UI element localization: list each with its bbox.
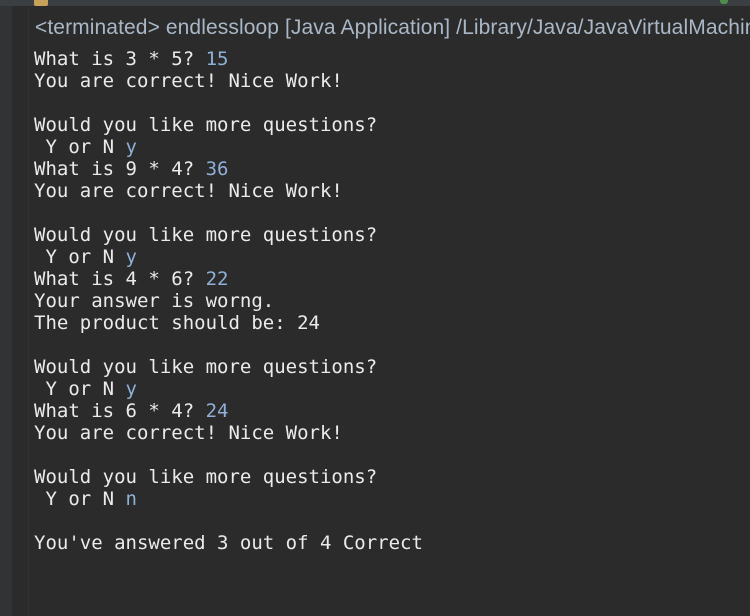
console-status-label: <terminated> endlessloop [Java Applicati… (35, 16, 750, 39)
console-line: You've answered 3 out of 4 Correct (34, 532, 423, 554)
console-line: Y or N y (34, 136, 423, 158)
console-line: What is 3 * 5? 15 (34, 48, 423, 70)
console-line: Would you like more questions? (34, 224, 423, 246)
console-line-text: What is 4 * 6? (34, 268, 206, 290)
console-line: The product should be: 24 (34, 312, 423, 334)
user-input: y (125, 246, 137, 268)
run-icon[interactable] (720, 0, 728, 4)
console-line: What is 6 * 4? 24 (34, 400, 423, 422)
console-line-text: Y or N (34, 488, 126, 510)
ruler-strip (12, 6, 29, 616)
console-line: You are correct! Nice Work! (34, 422, 423, 444)
console-output[interactable]: What is 3 * 5? 15 You are correct! Nice W… (34, 48, 423, 554)
console-line-text: The product should be: 24 (34, 312, 320, 334)
console-line: You are correct! Nice Work! (34, 180, 423, 202)
console-line-text: What is 6 * 4? (34, 400, 206, 422)
console-line: You are correct! Nice Work! (34, 70, 423, 92)
console-line: Y or N y (34, 378, 423, 400)
console-line: Would you like more questions? (34, 114, 423, 136)
console-line: Y or N y (34, 246, 423, 268)
console-line-text: Y or N (34, 378, 126, 400)
console-line: What is 9 * 4? 36 (34, 158, 423, 180)
user-input: 36 (205, 158, 229, 180)
console-view[interactable]: <terminated> endlessloop [Java Applicati… (29, 6, 750, 616)
console-line-text: What is 9 * 4? (34, 158, 206, 180)
user-input: n (125, 488, 137, 510)
console-line-text: Would you like more questions? (34, 224, 378, 246)
user-input: 24 (205, 400, 229, 422)
console-line-text: Would you like more questions? (34, 466, 378, 488)
console-window: <terminated> endlessloop [Java Applicati… (0, 0, 750, 616)
console-line-text: You are correct! Nice Work! (34, 180, 343, 202)
console-line: Y or N n (34, 488, 423, 510)
console-line-text: What is 3 * 5? (34, 48, 206, 70)
console-line-text: Y or N (34, 136, 126, 158)
console-line-text: Your answer is worng. (34, 290, 275, 312)
console-line-text: Would you like more questions? (34, 356, 378, 378)
console-line-text: Y or N (34, 246, 126, 268)
console-line: What is 4 * 6? 22 (34, 268, 423, 290)
console-line-text: You are correct! Nice Work! (34, 70, 343, 92)
user-input: 22 (205, 268, 229, 290)
user-input: 15 (205, 48, 229, 70)
user-input: y (125, 136, 137, 158)
console-line-text: You are correct! Nice Work! (34, 422, 343, 444)
console-line: Would you like more questions? (34, 466, 423, 488)
console-line: Would you like more questions? (34, 356, 423, 378)
console-line-text: You've answered 3 out of 4 Correct (34, 532, 423, 554)
user-input: y (125, 378, 137, 400)
console-line: Your answer is worng. (34, 290, 423, 312)
console-line-text: Would you like more questions? (34, 114, 378, 136)
